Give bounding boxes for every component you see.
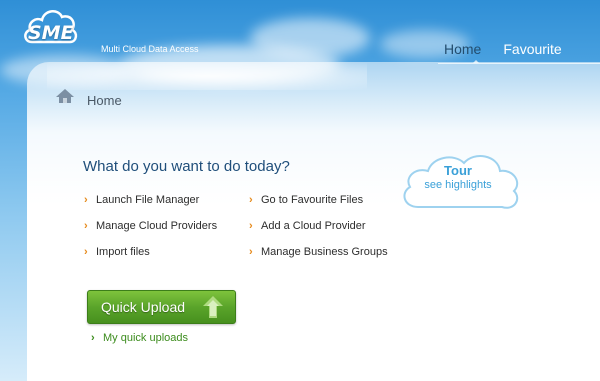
action-label: Import files	[96, 246, 150, 258]
tour-highlights-button[interactable]: Tour see highlights	[398, 147, 524, 217]
nav-favourite[interactable]: Favourite	[503, 41, 561, 57]
tour-title: Tour	[444, 163, 472, 178]
tour-subtitle: see highlights	[424, 179, 492, 191]
add-cloud-provider-link[interactable]: › Add a Cloud Provider	[249, 220, 366, 232]
import-files-link[interactable]: › Import files	[84, 246, 150, 258]
chevron-right-icon: ›	[249, 194, 253, 206]
chevron-right-icon: ›	[84, 220, 88, 232]
manage-business-groups-link[interactable]: › Manage Business Groups	[249, 246, 388, 258]
action-label: Launch File Manager	[96, 194, 200, 206]
chevron-right-icon: ›	[249, 246, 253, 258]
action-label: Go to Favourite Files	[261, 194, 364, 206]
nav-home[interactable]: Home	[444, 41, 481, 57]
chevron-right-icon: ›	[91, 332, 95, 344]
my-uploads-label: My quick uploads	[103, 332, 188, 344]
action-label: Manage Cloud Providers	[96, 220, 218, 232]
quick-upload-label: Quick Upload	[101, 299, 186, 315]
logo-text: SME	[28, 22, 74, 44]
tagline: Multi Cloud Data Access	[101, 44, 199, 54]
page-heading: What do you want to do today?	[83, 158, 290, 175]
chevron-right-icon: ›	[84, 246, 88, 258]
my-quick-uploads-link[interactable]: › My quick uploads	[91, 332, 188, 344]
breadcrumb: Home	[87, 93, 122, 108]
chevron-right-icon: ›	[249, 220, 253, 232]
action-label: Add a Cloud Provider	[261, 220, 366, 232]
quick-upload-button[interactable]: Quick Upload	[87, 290, 236, 324]
home-icon	[54, 88, 76, 104]
sme-logo[interactable]: SME	[22, 2, 80, 50]
manage-cloud-providers-link[interactable]: › Manage Cloud Providers	[84, 220, 217, 232]
chevron-right-icon: ›	[84, 194, 88, 206]
favourite-files-link[interactable]: › Go to Favourite Files	[249, 194, 363, 206]
upload-arrow-icon	[203, 296, 223, 318]
launch-file-manager-link[interactable]: › Launch File Manager	[84, 194, 199, 206]
top-nav: Home Favourite	[444, 41, 562, 57]
action-label: Manage Business Groups	[261, 246, 388, 258]
